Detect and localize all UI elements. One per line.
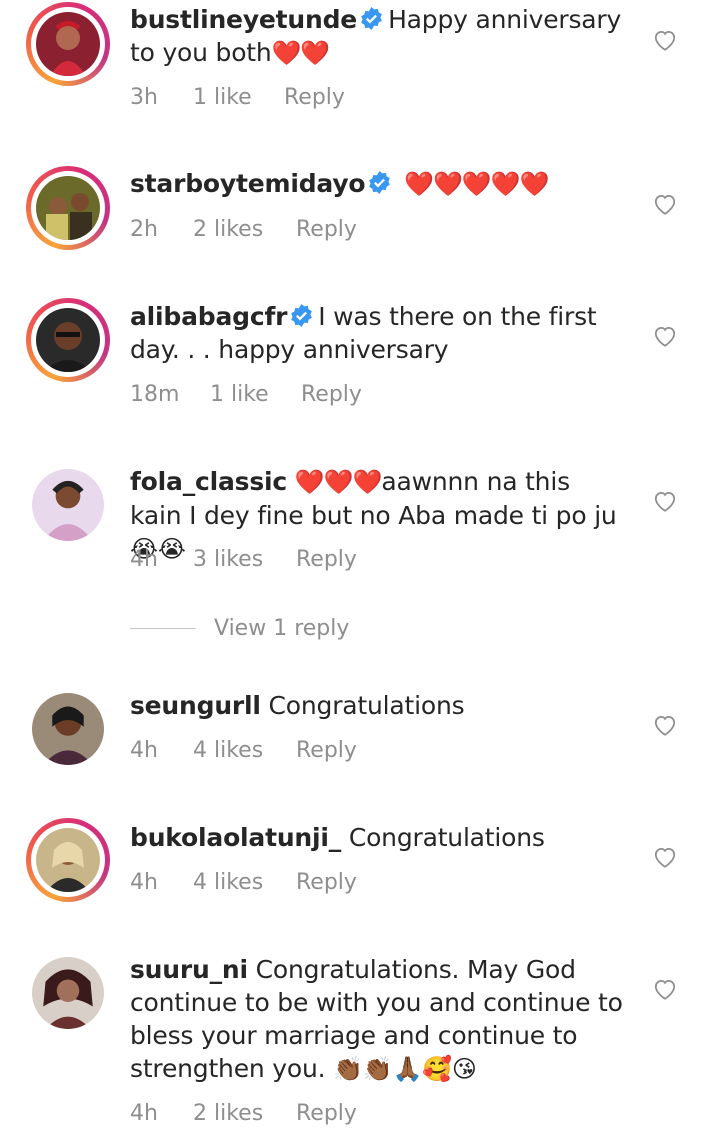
comment-body: bukolaolatunji_ Congratulations [130, 821, 624, 854]
comment-emoji: 👏🏾👏🏾🙏🏾🥰😘 [333, 1055, 477, 1083]
comment-meta: 18m 1 like Reply [130, 382, 362, 407]
comment-likes[interactable]: 1 like [210, 382, 301, 407]
comment-emoji: ❤️❤️❤️ [294, 468, 383, 496]
comment-time: 3h [130, 85, 158, 110]
comment-username[interactable]: suuru_ni [130, 955, 248, 984]
avatar-image [36, 308, 100, 372]
comment-username[interactable]: fola_classic [130, 467, 287, 496]
heart-outline-icon[interactable] [652, 191, 678, 217]
comment-time: 4h [130, 1101, 158, 1126]
heart-outline-icon[interactable] [652, 844, 678, 870]
comment-username[interactable]: bukolaolatunji_ [130, 823, 341, 852]
comment-meta: 3h 1 like Reply [130, 85, 345, 110]
comment-likes[interactable]: 3 likes [193, 547, 296, 572]
comment-likes[interactable]: 1 like [193, 85, 284, 110]
avatar-image [36, 176, 100, 240]
comment-username[interactable]: seungurll [130, 691, 261, 720]
comment-text: Congratulations [268, 691, 465, 720]
comment-time: 18m [130, 382, 180, 407]
reply-button[interactable]: Reply [296, 217, 357, 242]
verified-badge-icon [291, 304, 313, 327]
avatar[interactable] [26, 298, 110, 382]
reply-button[interactable]: Reply [284, 85, 345, 110]
comment-meta: 4h 3 likes Reply [130, 547, 357, 572]
comment-likes[interactable]: 4 likes [193, 870, 296, 895]
avatar-image [32, 957, 104, 1029]
comment-likes[interactable]: 2 likes [193, 217, 296, 242]
reply-button[interactable]: Reply [296, 1101, 357, 1126]
reply-button[interactable]: Reply [296, 870, 357, 895]
comment-text: Congratulations [348, 823, 545, 852]
avatar[interactable] [26, 166, 110, 250]
comment-time: 2h [130, 217, 158, 242]
heart-outline-icon[interactable] [652, 323, 678, 349]
comment-time: 4h [130, 738, 158, 763]
heart-outline-icon[interactable] [652, 712, 678, 738]
comment-emoji: ❤️❤️ [271, 39, 331, 67]
comment-body: starboytemidayo ❤️❤️❤️❤️❤️ [130, 167, 624, 201]
comment-meta: 4h 4 likes Reply [130, 738, 357, 763]
comment-body: alibabagcfr I was there on the first day.… [130, 300, 624, 366]
reply-button[interactable]: Reply [296, 738, 357, 763]
comment-likes[interactable]: 4 likes [193, 738, 296, 763]
avatar[interactable] [32, 957, 104, 1029]
comment-time: 4h [130, 870, 158, 895]
comment-time: 4h [130, 547, 158, 572]
avatar-image [36, 12, 100, 76]
heart-outline-icon[interactable] [652, 976, 678, 1002]
comment-meta: 4h 4 likes Reply [130, 870, 357, 895]
verified-badge-icon [361, 7, 382, 30]
comment-body: bustlineyetunde Happy anniversary to you … [130, 3, 624, 70]
comment-emoji: ❤️❤️❤️❤️❤️ [404, 170, 549, 198]
comment-likes[interactable]: 2 likes [193, 1101, 296, 1126]
comment-meta: 4h 2 likes Reply [130, 1101, 357, 1126]
avatar[interactable] [26, 818, 110, 902]
view-replies-label: View 1 reply [214, 616, 350, 641]
comment-meta: 2h 2 likes Reply [130, 217, 357, 242]
comment-body: seungurll Congratulations [130, 689, 624, 722]
avatar-image [32, 693, 104, 765]
reply-button[interactable]: Reply [301, 382, 362, 407]
comment-username[interactable]: bustlineyetunde [130, 5, 357, 34]
verified-badge-icon [369, 171, 391, 194]
view-replies-button[interactable]: View 1 reply [130, 616, 349, 641]
reply-button[interactable]: Reply [296, 547, 357, 572]
avatar[interactable] [32, 693, 104, 765]
divider-line [130, 628, 196, 629]
heart-outline-icon[interactable] [652, 488, 678, 514]
comment-username[interactable]: starboytemidayo [130, 169, 366, 198]
avatar-image [32, 469, 104, 541]
comment-username[interactable]: alibabagcfr [130, 302, 287, 331]
avatar[interactable] [32, 469, 104, 541]
avatar[interactable] [26, 2, 110, 86]
heart-outline-icon[interactable] [652, 27, 678, 53]
avatar-image [36, 828, 100, 892]
comment-body: suuru_ni Congratulations. May God contin… [130, 953, 624, 1086]
